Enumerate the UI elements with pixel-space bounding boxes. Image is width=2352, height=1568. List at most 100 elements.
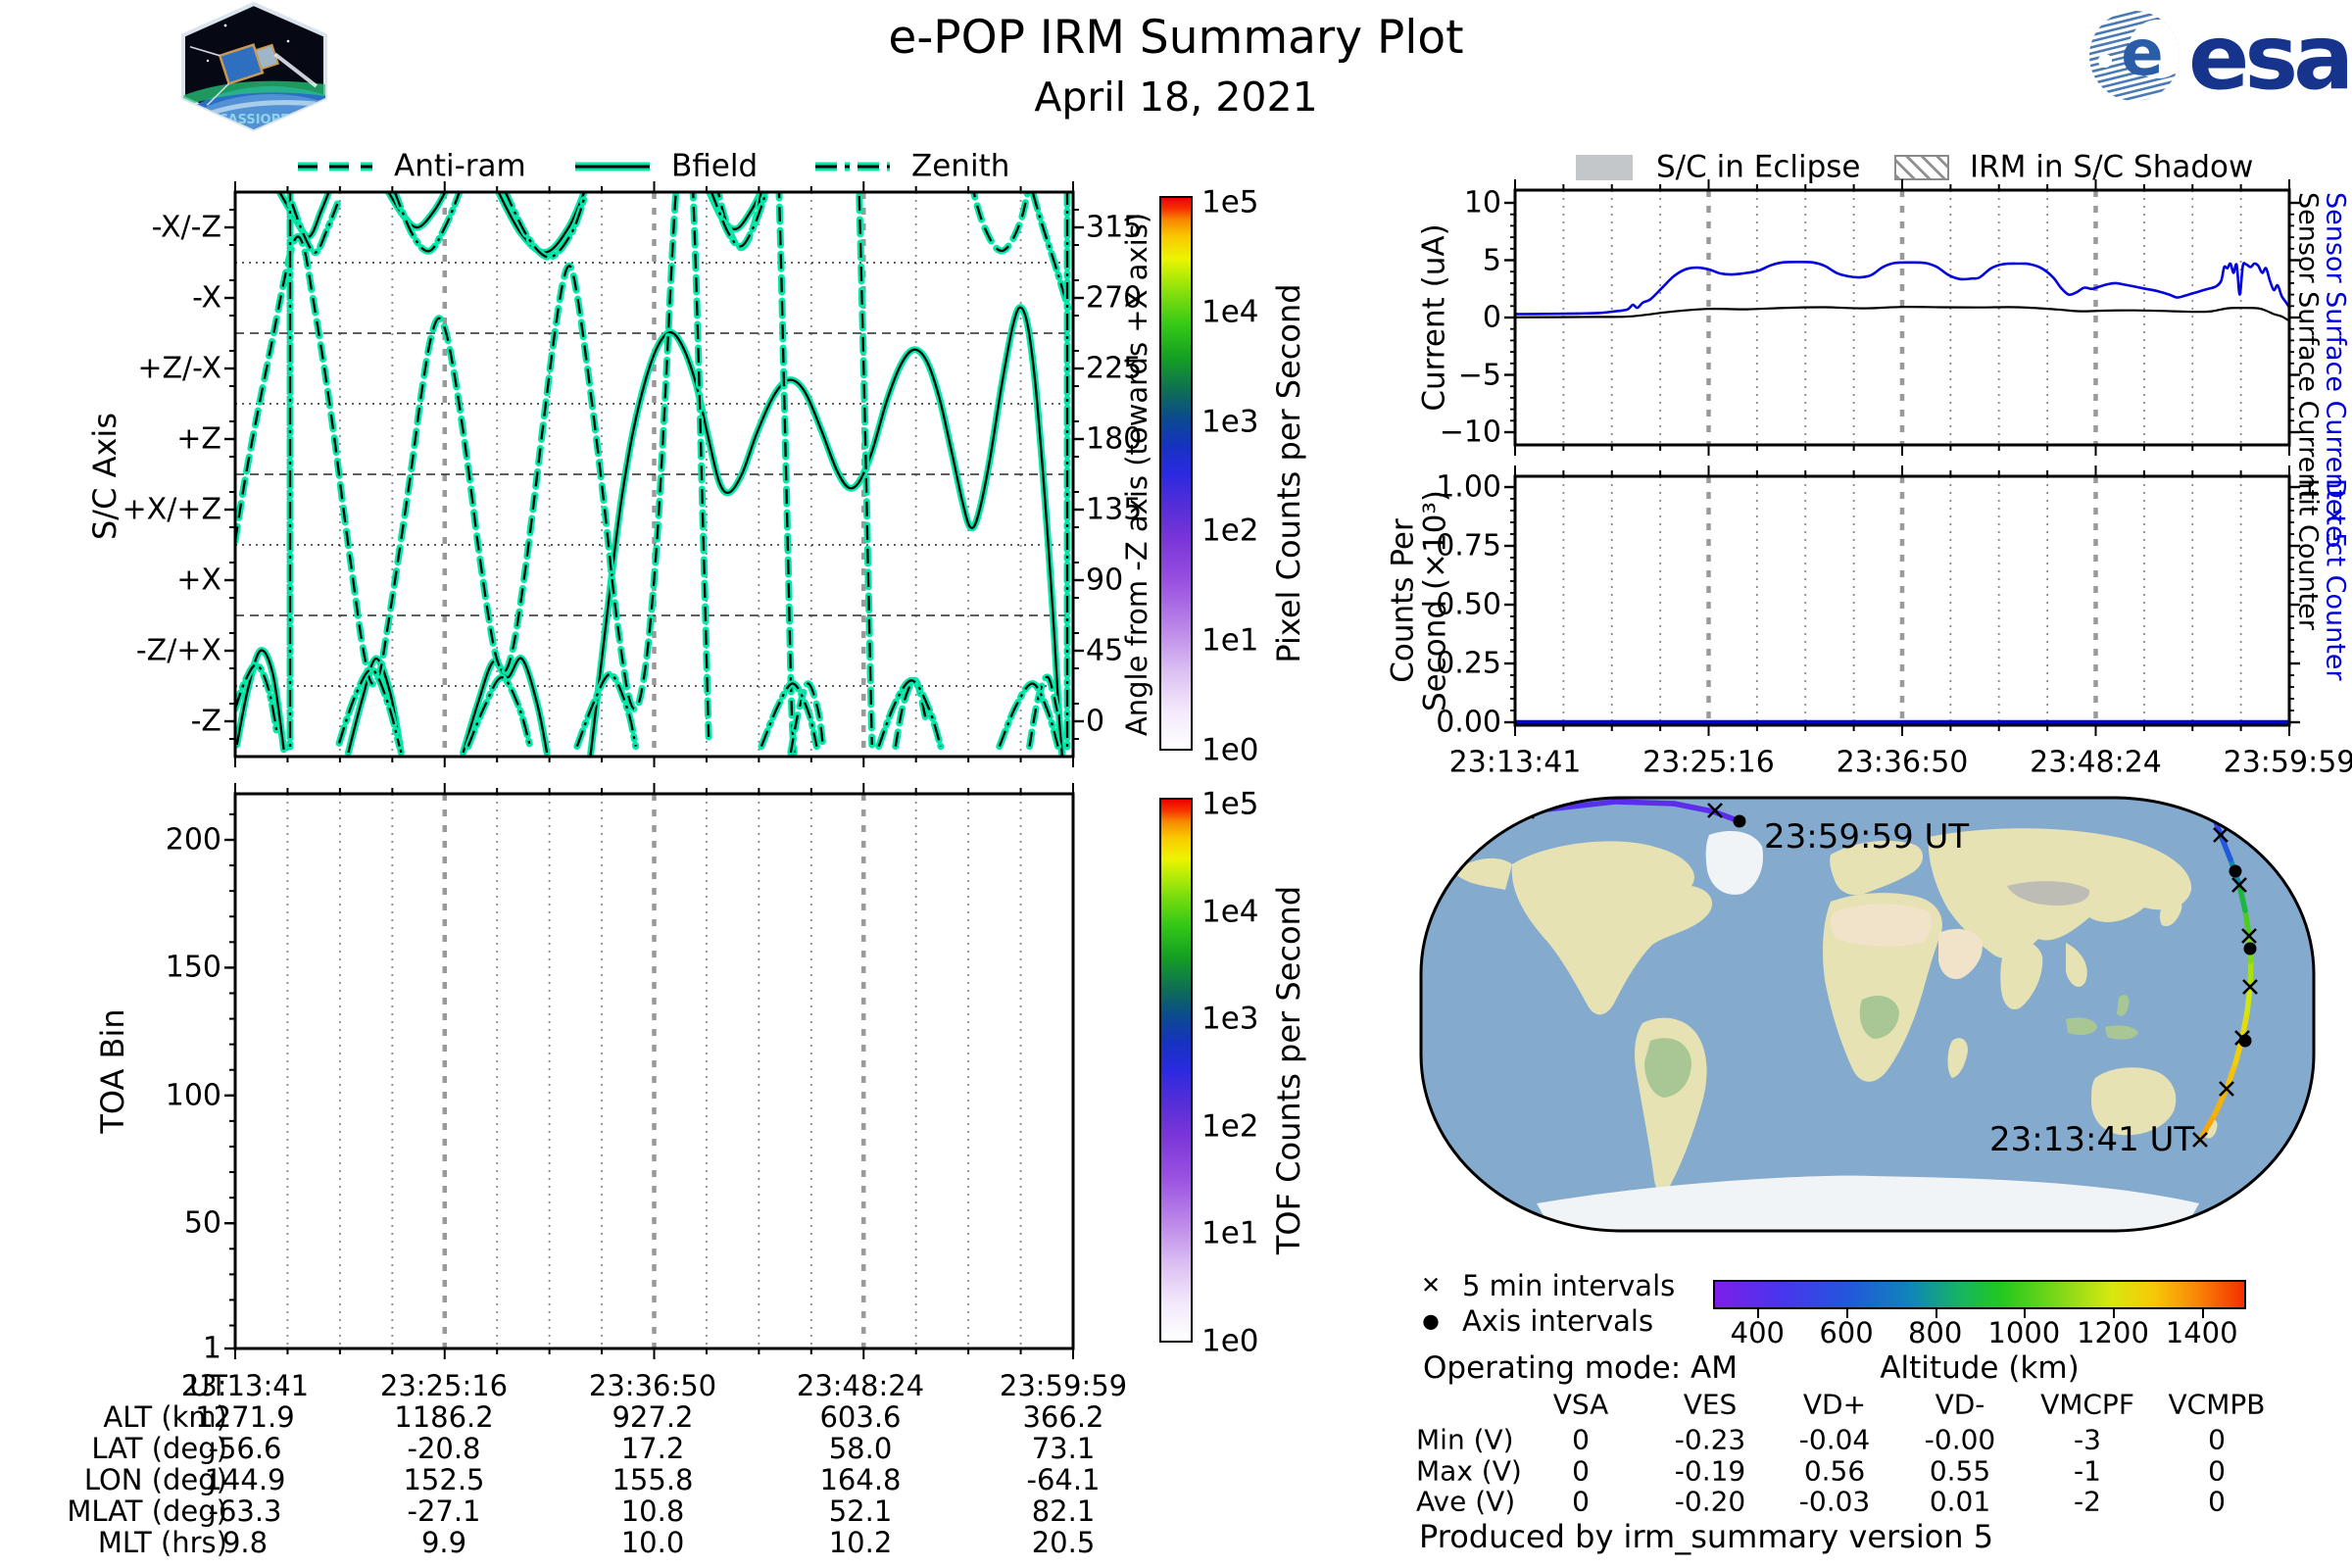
- voltage-cell-2-0: 0: [1572, 1485, 1590, 1518]
- current-tick--10: −10: [1439, 415, 1501, 450]
- cbar2-tick-1e3: 1e3: [1201, 1001, 1259, 1037]
- sc-axis-tick-+X: +X: [176, 563, 221, 598]
- sc-axis-tick-+X/+Z: +X/+Z: [122, 492, 221, 527]
- ephemeris-cell-alt-0: 1271.9: [195, 1399, 295, 1434]
- sc-axis-ylabel: S/C Axis: [86, 413, 124, 540]
- cbar1-tick-1e1: 1e1: [1201, 622, 1259, 659]
- toa-bin-plot: [224, 783, 1075, 1359]
- sc-axis-tick--Z: -Z: [190, 704, 221, 739]
- ephemeris-cell-lon-3: 164.8: [819, 1462, 902, 1496]
- voltage-cell-0-3: -0.00: [1924, 1423, 1996, 1456]
- cbar1-tick-1e2: 1e2: [1201, 514, 1259, 550]
- cbar1-tick-1e4: 1e4: [1201, 294, 1259, 330]
- time-tick-1: 23:25:16: [1642, 745, 1775, 780]
- svg-text:e: e: [2121, 18, 2163, 90]
- page-date: April 18, 2021: [1034, 74, 1318, 121]
- curve-anti-ram-core: [235, 192, 677, 710]
- cbar2-tick-1e1: 1e1: [1201, 1216, 1259, 1252]
- ephemeris-cell-lat-4: 73.1: [1031, 1431, 1096, 1465]
- page-title: e-POP IRM Summary Plot: [888, 11, 1464, 65]
- voltage-col-VD+: VD+: [1802, 1388, 1867, 1421]
- voltage-cell-0-2: -0.04: [1798, 1423, 1871, 1456]
- sc-axis-tick-+Z/-X: +Z/-X: [137, 351, 221, 386]
- cbar2-tick-1e2: 1e2: [1201, 1108, 1259, 1145]
- ephemeris-cell-mlat-4: 82.1: [1031, 1494, 1096, 1528]
- angle-tick-135: 135: [1086, 492, 1143, 527]
- alt-tick-800: 800: [1907, 1315, 1963, 1349]
- angle-tick-270: 270: [1086, 280, 1143, 316]
- ephemeris-cell-mlat-1: -27.1: [407, 1494, 481, 1528]
- alt-tick-400: 400: [1730, 1315, 1786, 1349]
- esa-logo: e esa: [2089, 5, 2352, 110]
- esa-globe-icon: e: [2089, 11, 2180, 101]
- pixel-counts-colorbar: [1159, 196, 1193, 751]
- legend-5min-label: 5 min intervals: [1462, 1268, 1676, 1302]
- curve-zenith-core: [1031, 192, 1070, 312]
- ephemeris-cell-lat-1: -20.8: [407, 1431, 481, 1465]
- ephemeris-cell-mlt-3: 10.2: [828, 1525, 893, 1559]
- voltage-cell-1-0: 0: [1572, 1454, 1590, 1488]
- cbar2-tick-1e5: 1e5: [1201, 786, 1259, 822]
- track-axis-marker: [2243, 942, 2257, 956]
- cbar1-tick-1e5: 1e5: [1201, 184, 1259, 220]
- ephemeris-cell-ut-3: 23:48:24: [796, 1368, 925, 1402]
- cbar2-tick-1e0: 1e0: [1201, 1323, 1259, 1359]
- ephemeris-cell-lon-0: 144.9: [204, 1462, 286, 1496]
- detect-counter-label: Detect Counter: [2320, 478, 2351, 681]
- time-tick-2: 23:36:50: [1836, 745, 1969, 780]
- toa-tick-150: 150: [165, 950, 221, 985]
- ephemeris-row-label-5: MLT (hrs): [97, 1525, 227, 1559]
- sc-axis-plot: [224, 181, 1084, 767]
- legend-label-bfield: Bfield: [671, 148, 759, 184]
- voltage-cell-1-3: 0.55: [1929, 1454, 1991, 1488]
- counts-tick-1.00: 1.00: [1436, 469, 1501, 505]
- alt-tick-1400: 1400: [2165, 1315, 2238, 1349]
- ground-track-segment: [2247, 958, 2254, 990]
- cbar2-tick-1e4: 1e4: [1201, 894, 1259, 930]
- legend-label-eclipse: S/C in Eclipse: [1656, 149, 1861, 185]
- sensor-current-label: Sensor Surface Current: [2292, 192, 2324, 500]
- angle-tick-0: 0: [1086, 704, 1105, 739]
- legend-dot-marker-icon: ●: [1422, 1308, 1440, 1333]
- ephemeris-cell-alt-2: 927.2: [612, 1399, 694, 1434]
- toa-tick-100: 100: [165, 1078, 221, 1113]
- voltage-cell-2-5: 0: [2208, 1485, 2226, 1518]
- track-axis-marker: [1733, 814, 1746, 828]
- map-start-time-label: 23:13:41 UT: [1989, 1120, 2195, 1159]
- tof-counts-colorbar: [1159, 798, 1193, 1343]
- angle-tick-45: 45: [1086, 633, 1124, 668]
- alt-tick-1200: 1200: [2077, 1315, 2149, 1349]
- ephemeris-cell-mlt-0: 9.8: [221, 1525, 269, 1559]
- ephemeris-cell-lat-2: 17.2: [620, 1431, 685, 1465]
- ephemeris-cell-ut-1: 23:25:16: [379, 1368, 509, 1402]
- altitude-colorbar: [1713, 1280, 2246, 1309]
- ephemeris-cell-lon-2: 155.8: [612, 1462, 694, 1496]
- alt-tick-600: 600: [1819, 1315, 1874, 1349]
- world-map: [1419, 796, 2316, 1233]
- track-axis-marker: [2229, 864, 2242, 878]
- toa-bin-ylabel: TOA Bin: [94, 1008, 132, 1134]
- ephemeris-cell-alt-3: 603.6: [819, 1399, 902, 1434]
- time-tick-3: 23:48:24: [2030, 745, 2162, 780]
- ephemeris-cell-ut-2: 23:36:50: [588, 1368, 717, 1402]
- voltage-cell-1-1: -0.19: [1674, 1454, 1746, 1488]
- page: CASSIOPE e-POP IRM Summary Plot April 18…: [0, 0, 2352, 1568]
- shadow-swatch: [1894, 155, 1949, 180]
- sc-axis-tick--X/-Z: -X/-Z: [151, 210, 221, 245]
- sc-axis-tick--Z/+X: -Z/+X: [135, 633, 221, 668]
- voltage-cell-2-1: -0.20: [1674, 1485, 1746, 1518]
- voltage-cell-0-0: 0: [1572, 1423, 1590, 1456]
- legend-axis-label: Axis intervals: [1462, 1303, 1654, 1338]
- voltage-col-VSA: VSA: [1552, 1388, 1609, 1421]
- current-tick-0: 0: [1482, 300, 1501, 335]
- ephemeris-cell-mlat-3: 52.1: [828, 1494, 893, 1528]
- ephemeris-cell-mlt-2: 10.0: [620, 1525, 685, 1559]
- current-ylabel: Current (uA): [1416, 223, 1452, 412]
- ephemeris-cell-mlat-0: -63.3: [208, 1494, 282, 1528]
- counts-tick-0.25: 0.25: [1436, 646, 1501, 681]
- ephemeris-cell-ut-0: 23:13:41: [180, 1368, 310, 1402]
- legend-x-marker-icon: ✕: [1420, 1271, 1442, 1299]
- ephemeris-cell-lat-0: -56.6: [208, 1431, 282, 1465]
- ephemeris-cell-mlat-2: 10.8: [620, 1494, 685, 1528]
- voltage-col-VD-: VD-: [1935, 1388, 1985, 1421]
